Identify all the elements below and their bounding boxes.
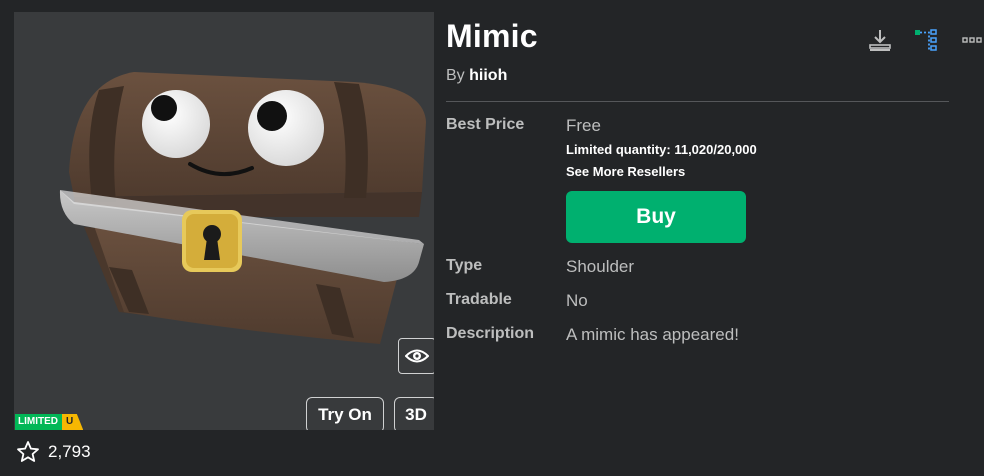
creator-link[interactable]: hiioh — [469, 67, 507, 84]
preview-toggle-button[interactable] — [398, 338, 434, 374]
more-icon — [962, 37, 982, 43]
type-label: Type — [446, 257, 483, 274]
limited-quantity: Limited quantity: 11,020/20,000 — [566, 142, 757, 157]
see-more-resellers-link[interactable]: See More Resellers — [566, 164, 685, 179]
3d-view-button[interactable]: 3D — [394, 397, 434, 430]
star-icon — [17, 441, 39, 462]
type-value: Shoulder — [566, 257, 635, 276]
buy-button[interactable]: Buy — [566, 191, 746, 243]
description-value: A mimic has appeared! — [566, 325, 739, 344]
download-button[interactable] — [866, 26, 894, 54]
tradable-label: Tradable — [446, 291, 512, 308]
hierarchy-button[interactable] — [912, 26, 940, 54]
unique-label: U — [62, 414, 84, 430]
more-options-button[interactable] — [958, 26, 984, 54]
download-icon — [869, 30, 891, 51]
item-details-page: Try On 3D LIMITED U 2,793 Mimic By hiioh — [0, 0, 984, 476]
by-prefix: By — [446, 67, 465, 84]
mimic-chest-image — [59, 72, 426, 344]
item-thumbnail: Try On 3D — [14, 12, 434, 430]
limited-unique-badge: LIMITED U — [15, 414, 84, 430]
limited-label: LIMITED — [15, 414, 62, 430]
title-divider — [446, 101, 949, 102]
creator-byline: By hiioh — [446, 67, 507, 85]
description-label: Description — [446, 325, 535, 342]
tradable-value: No — [566, 291, 588, 310]
eye-icon — [405, 349, 429, 363]
best-price-label: Best Price — [446, 116, 525, 133]
try-on-button[interactable]: Try On — [306, 397, 384, 430]
item-actions — [866, 26, 984, 54]
favorite-count: 2,793 — [48, 442, 91, 461]
item-title: Mimic — [446, 18, 538, 54]
best-price-value: Free — [566, 116, 601, 135]
favorite-button[interactable]: 2,793 — [16, 440, 91, 464]
hierarchy-icon — [915, 29, 937, 51]
